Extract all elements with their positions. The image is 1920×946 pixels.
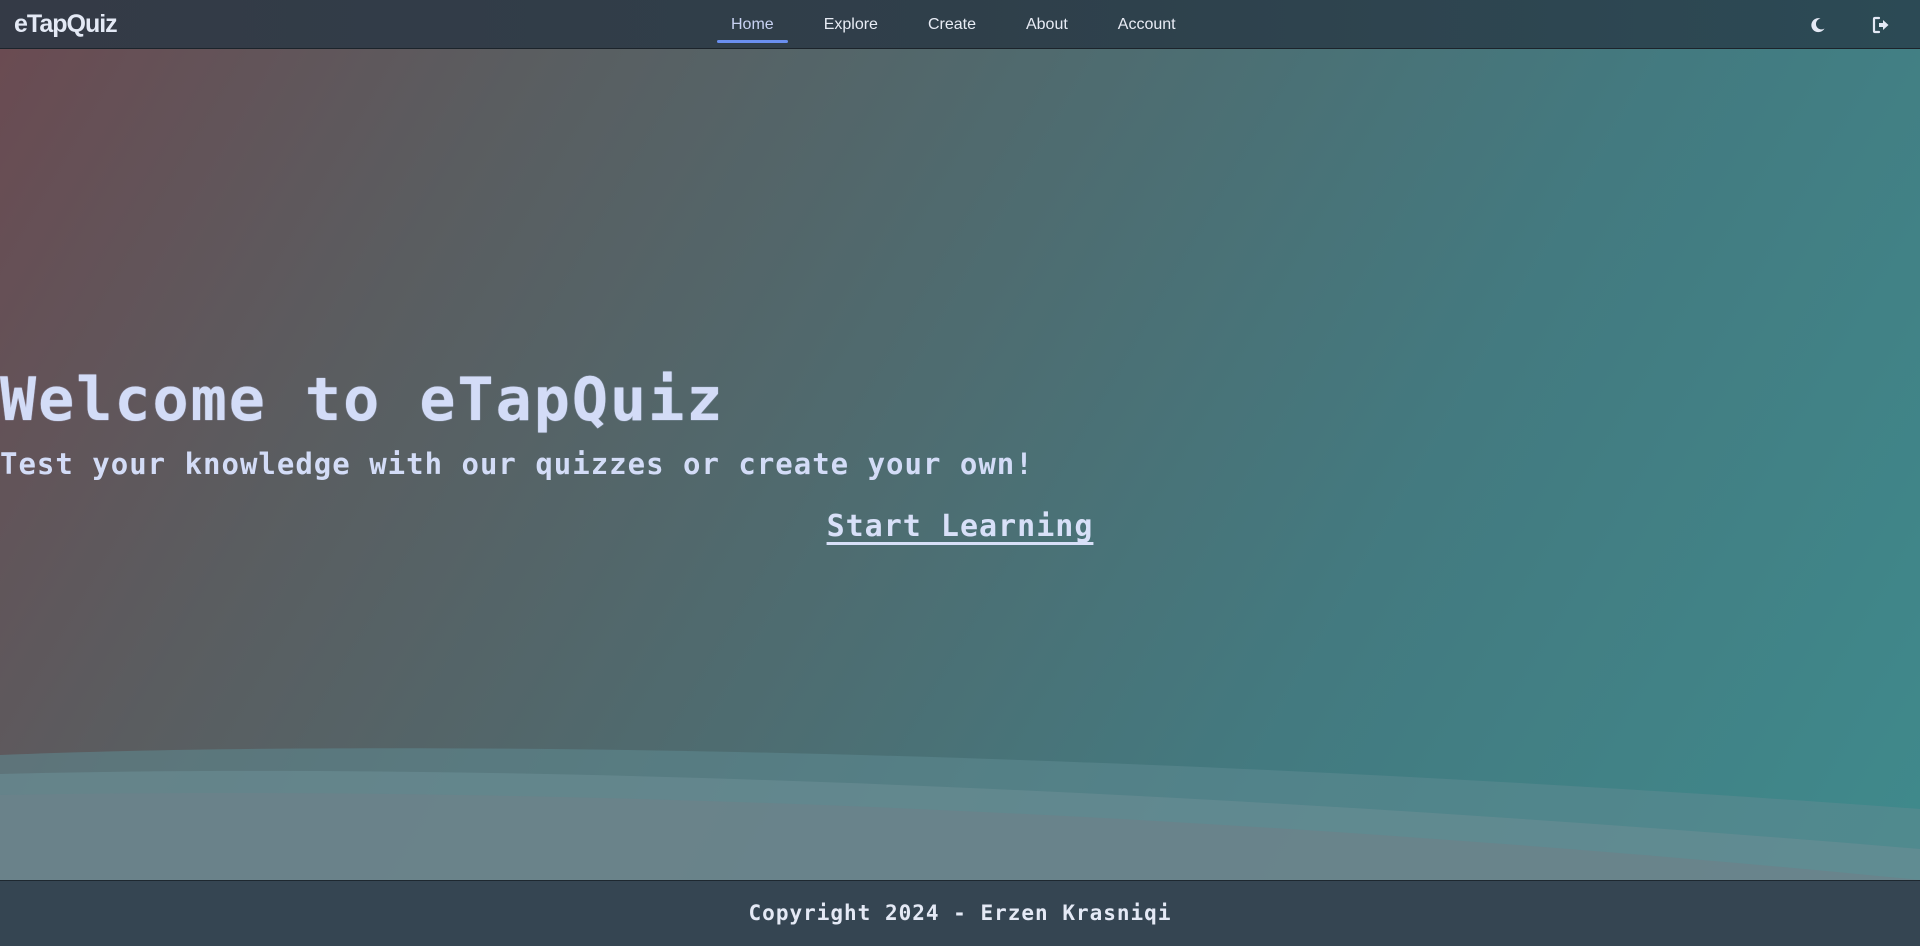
logout-icon[interactable] (1871, 15, 1891, 35)
hero-title: Welcome to eTapQuiz (0, 365, 725, 435)
hero-cta-container: Start Learning (0, 509, 1920, 544)
start-learning-link[interactable]: Start Learning (827, 509, 1094, 544)
top-navbar: eTapQuiz Home Explore Create About Accou… (0, 0, 1920, 49)
nav-item-home[interactable]: Home (717, 0, 788, 49)
footer-copyright: Copyright 2024 - Erzen Krasniqi (748, 901, 1172, 925)
moon-icon[interactable] (1808, 15, 1828, 35)
brand-logo[interactable]: eTapQuiz (14, 10, 118, 39)
main-nav: Home Explore Create About Account (717, 0, 1212, 49)
nav-item-about[interactable]: About (1012, 0, 1082, 49)
nav-item-explore[interactable]: Explore (810, 0, 892, 49)
hero-section: Welcome to eTapQuiz Test your knowledge … (0, 49, 1920, 880)
footer: Copyright 2024 - Erzen Krasniqi (0, 880, 1920, 946)
nav-item-create[interactable]: Create (914, 0, 990, 49)
hero-subtitle: Test your knowledge with our quizzes or … (0, 447, 1034, 481)
nav-item-account[interactable]: Account (1104, 0, 1190, 49)
